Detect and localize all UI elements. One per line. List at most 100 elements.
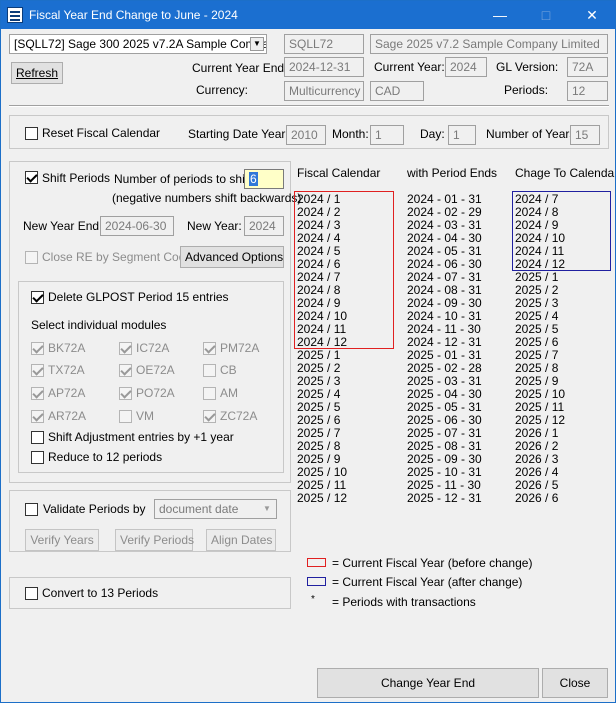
shift-adjustment-checkbox[interactable] [31,431,44,444]
reset-calendar-checkbox[interactable] [25,127,38,140]
num-periods-value: 6 [249,172,258,186]
current-year-label: Current Year: [374,60,445,74]
module-label-cb: CB [220,363,237,377]
validate-by-select[interactable]: document date ▼ [154,499,277,519]
close-window-button[interactable]: ✕ [569,1,615,29]
module-checkbox-vm[interactable] [119,410,132,423]
module-checkbox-am[interactable] [203,387,216,400]
close-re-checkbox[interactable] [25,251,38,264]
reset-calendar-label: Reset Fiscal Calendar [42,126,161,140]
module-checkbox-ar72a[interactable] [31,410,44,423]
validate-by-value: document date [159,502,239,516]
legend-red-swatch [307,558,326,567]
module-label-ic72a: IC72A [136,341,170,355]
current-year-end-label: Current Year End: [192,61,288,75]
legend-after: = Current Fiscal Year (after change) [332,575,523,589]
month-field: 1 [370,125,404,145]
window-title: Fiscal Year End Change to June - 2024 [29,8,238,22]
refresh-button[interactable]: Refresh [11,62,63,84]
module-checkbox-ap72a[interactable] [31,387,44,400]
current-year-field: 2024 [445,57,487,77]
change-to-row: 2026 / 6 [515,491,559,505]
negative-note: (negative numbers shift backwards) [112,191,302,205]
delete-glpost-checkbox[interactable] [31,291,44,304]
header-divider [9,105,609,107]
reduce-periods-checkbox[interactable] [31,451,44,464]
starting-year-label: Starting Date Year: [188,127,289,141]
day-label: Day: [420,127,445,141]
validate-periods-checkbox[interactable] [25,503,38,516]
minimize-button[interactable]: — [477,1,523,29]
module-label-vm: VM [136,409,154,423]
currency-code-field: CAD [370,81,424,101]
module-label-oe72a: OE72A [136,363,175,377]
align-dates-button[interactable]: Align Dates [206,529,276,551]
month-label: Month: [332,127,369,141]
change-year-end-button[interactable]: Change Year End [317,668,539,698]
company-select[interactable]: [SQLL72] Sage 300 2025 v7.2A Sample Comp… [9,34,267,54]
maximize-button: □ [541,7,551,23]
module-checkbox-bk72a[interactable] [31,342,44,355]
module-label-ar72a: AR72A [48,409,87,423]
module-label-tx72a: TX72A [48,363,85,377]
new-year-field: 2024 [244,216,284,236]
module-checkbox-pm72a[interactable] [203,342,216,355]
change-to-header: Chage To Calendar [515,166,616,180]
new-year-end-label: New Year End: [23,219,103,233]
title-bar: Fiscal Year End Change to June - 2024 — … [1,1,615,29]
module-label-ap72a: AP72A [48,386,86,400]
module-checkbox-tx72a[interactable] [31,364,44,377]
day-field: 1 [448,125,476,145]
shift-periods-label: Shift Periods [42,171,111,185]
company-name-field: Sage 2025 v7.2 Sample Company Limited [370,34,608,54]
chevron-down-icon: ▼ [250,37,264,51]
module-checkbox-zc72a[interactable] [203,410,216,423]
num-years-label: Number of Years: [486,127,579,141]
close-button[interactable]: Close [542,668,608,698]
verify-years-button[interactable]: Verify Years [25,529,99,551]
advanced-options-button[interactable]: Advanced Options [180,246,284,268]
new-year-end-field: 2024-06-30 [100,216,174,236]
period-end-row: 2025 - 12 - 31 [407,491,482,505]
new-year-label: New Year: [187,219,242,233]
module-checkbox-cb[interactable] [203,364,216,377]
shift-periods-checkbox[interactable] [25,171,38,184]
module-label-pm72a: PM72A [220,341,260,355]
company-id-field: SQLL72 [284,34,364,54]
close-re-label: Close RE by Segment Code [42,250,193,264]
currency-label: Currency: [196,83,249,97]
period-ends-list: 2024 - 01 - 31 2024 - 02 - 29 2024 - 03 - … [407,193,482,505]
num-years-field: 15 [570,125,600,145]
legend-before: = Current Fiscal Year (before change) [332,556,533,570]
convert-13-checkbox[interactable] [25,587,38,600]
reduce-periods-label: Reduce to 12 periods [48,450,163,464]
period-ends-header: with Period Ends [407,166,498,180]
validate-periods-label: Validate Periods by [43,502,146,516]
verify-periods-button[interactable]: Verify Periods [115,529,194,551]
num-periods-label: Number of periods to shift: [114,172,255,186]
change-to-list: 2024 / 7 2024 / 8 2024 / 9 2024 / 10 2024 / … [515,193,565,505]
fiscal-calendar-row: 2025 / 12 [297,491,348,505]
module-label-po72a: PO72A [136,386,175,400]
app-window: Fiscal Year End Change to June - 2024 — … [0,0,616,703]
chevron-down-icon: ▼ [263,504,271,513]
num-periods-input[interactable]: 6 [244,169,284,189]
refresh-label: Refresh [16,66,59,80]
module-checkbox-oe72a[interactable] [119,364,132,377]
shift-adjustment-label: Shift Adjustment entries by +1 year [48,430,234,444]
module-checkbox-ic72a[interactable] [119,342,132,355]
current-year-end-field: 2024-12-31 [284,57,364,77]
company-select-value: [SQLL72] Sage 300 2025 v7.2A Sample Comp… [14,37,267,51]
legend-blue-swatch [307,577,326,586]
module-label-zc72a: ZC72A [220,409,258,423]
starting-year-field: 2010 [286,125,326,145]
legend-star: = Periods with transactions [332,595,476,609]
app-icon [7,7,23,23]
periods-field: 12 [567,81,608,101]
module-label-am: AM [220,386,238,400]
convert-13-label: Convert to 13 Periods [42,586,159,600]
legend-star-symbol: * [311,594,315,605]
module-checkbox-po72a[interactable] [119,387,132,400]
fiscal-calendar-list: 2024 / 1 2024 / 2 2024 / 3 2024 / 4 2024 / 5… [297,193,347,505]
fiscal-calendar-header: Fiscal Calendar [297,166,381,180]
